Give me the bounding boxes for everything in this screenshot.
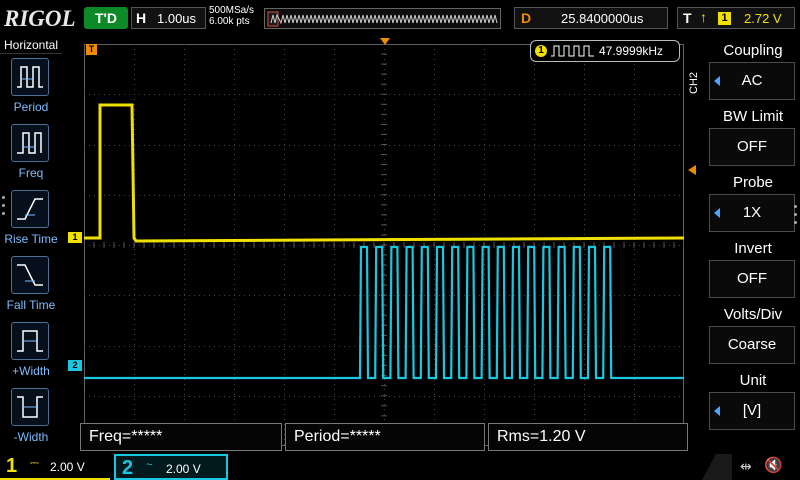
probe-selector-icon [714, 208, 720, 218]
measurement-freq[interactable]: Freq=***** [80, 423, 282, 451]
invert-value[interactable]: OFF [709, 260, 795, 298]
ch2-ac-coupling-icon: ~ [146, 459, 153, 471]
measurement-period[interactable]: Period=***** [285, 423, 485, 451]
trigger-source: 1 [718, 12, 731, 25]
measurement-rms[interactable]: Rms=1.20 V [488, 423, 688, 451]
coupling-selector-icon [714, 76, 720, 86]
top-status-bar: RIGOL T'D H 1.00us 500MSa/s 6.00k pts D … [0, 0, 800, 38]
bottom-channel-bar: 1 ⎓ 2.00 V 2 ~ 2.00 V ⇹ 🔇 [0, 452, 800, 480]
measure-fall-time-label: Fall Time [6, 298, 56, 312]
coupling-value[interactable]: AC [709, 62, 795, 100]
counter-value: 47.9999kHz [599, 44, 664, 58]
memory-waveform-icon [267, 11, 498, 27]
rise-time-icon [11, 190, 49, 228]
sample-rate: 500MSa/s [209, 5, 255, 16]
period-icon [11, 58, 49, 96]
menu-unit[interactable]: Unit [V] [706, 370, 800, 434]
trigger-level-marker[interactable] [686, 165, 696, 175]
ch1-tab[interactable]: 1 ⎓ 2.00 V [0, 454, 110, 480]
ch2-number: 2 [122, 457, 134, 479]
ch1-number: 1 [6, 455, 18, 477]
volts-div-value[interactable]: Coarse [709, 326, 795, 364]
memory-map[interactable] [264, 8, 501, 29]
measure-fall-time[interactable]: Fall Time [0, 254, 62, 318]
measure-rise-time-label: Rise Time [4, 232, 58, 246]
trigger-level: 2.72 V [744, 11, 782, 26]
delay-label: D [521, 10, 532, 26]
unit-value[interactable]: [V] [709, 392, 795, 430]
unit-title: Unit [739, 372, 767, 389]
coupling-title: Coupling [723, 42, 783, 59]
negative-width-icon [11, 388, 49, 426]
delay-value: 25.8400000us [561, 11, 644, 26]
unit-selector-icon [714, 406, 720, 416]
memory-depth: 6.00k pts [209, 16, 250, 27]
measure-rise-time[interactable]: Rise Time [0, 188, 62, 252]
horizontal-label: H [136, 10, 147, 26]
invert-title: Invert [734, 240, 772, 257]
measure-negative-width[interactable]: -Width [0, 386, 62, 450]
measure-period-label: Period [13, 100, 49, 114]
square-wave-icon [551, 45, 594, 57]
ch1-waveform [84, 103, 685, 243]
right-menu-page-dots [794, 205, 798, 229]
trigger-position-marker[interactable] [380, 38, 390, 46]
active-channel-tag: CH2 [688, 72, 700, 95]
ch2-tab[interactable]: 2 ~ 2.00 V [114, 454, 228, 480]
volts-div-title: Volts/Div [723, 306, 783, 323]
usb-icon: ⇹ [740, 458, 752, 474]
probe-title: Probe [732, 174, 774, 191]
bottom-bar-corner-decoration [702, 454, 732, 480]
measure-negative-width-label: -Width [13, 430, 49, 444]
acquisition-info: 500MSa/s 6.00k pts [209, 5, 254, 27]
menu-bw-limit[interactable]: BW Limit OFF [706, 106, 800, 170]
left-measure-menu: Horizontal Period Freq Rise Time Fall Ti… [0, 38, 62, 450]
ch1-dc-coupling-icon: ⎓ [30, 457, 39, 469]
timebase-value: 1.00us [157, 11, 197, 26]
menu-coupling[interactable]: Coupling AC [706, 40, 800, 104]
positive-width-icon [11, 322, 49, 360]
freq-icon [11, 124, 49, 162]
trigger-label: T [683, 10, 692, 26]
measure-positive-width-label: +Width [12, 364, 50, 378]
bw-limit-value[interactable]: OFF [709, 128, 795, 166]
right-channel-menu: Coupling AC BW Limit OFF Probe 1X Invert… [706, 38, 800, 450]
rising-edge-icon: ↑ [700, 9, 707, 25]
speaker-muted-icon[interactable]: 🔇 [764, 456, 783, 474]
menu-volts-div[interactable]: Volts/Div Coarse [706, 304, 800, 368]
trigger-delay[interactable]: D 25.8400000us [514, 7, 668, 29]
measure-positive-width[interactable]: +Width [0, 320, 62, 384]
rigol-logo: RIGOL [4, 6, 76, 31]
horizontal-timebase[interactable]: H 1.00us [131, 7, 206, 29]
waveform-display[interactable] [83, 43, 685, 446]
measure-freq-label: Freq [18, 166, 44, 180]
measure-period[interactable]: Period [0, 56, 62, 120]
menu-probe[interactable]: Probe 1X [706, 172, 800, 236]
bw-limit-title: BW Limit [723, 108, 783, 125]
probe-value[interactable]: 1X [709, 194, 795, 232]
trigger-marker-left: T [86, 44, 97, 55]
graticule [83, 43, 685, 446]
ch2-offset-marker[interactable]: 2 [68, 360, 82, 371]
left-menu-title: Horizontal [0, 38, 62, 54]
trigger-settings[interactable]: T ↑ 1 2.72 V [677, 7, 795, 29]
counter-source: 1 [535, 45, 547, 57]
ch1-scale: 2.00 V [50, 460, 85, 474]
measure-freq[interactable]: Freq [0, 122, 62, 186]
frequency-counter[interactable]: 1 47.9999kHz [530, 40, 680, 62]
ch1-offset-marker[interactable]: 1 [68, 232, 82, 243]
fall-time-icon [11, 256, 49, 294]
ch2-waveform [84, 245, 684, 380]
left-menu-page-dots [2, 196, 6, 220]
ch2-scale: 2.00 V [166, 462, 201, 476]
run-status-badge[interactable]: T'D [84, 7, 128, 29]
menu-invert[interactable]: Invert OFF [706, 238, 800, 302]
